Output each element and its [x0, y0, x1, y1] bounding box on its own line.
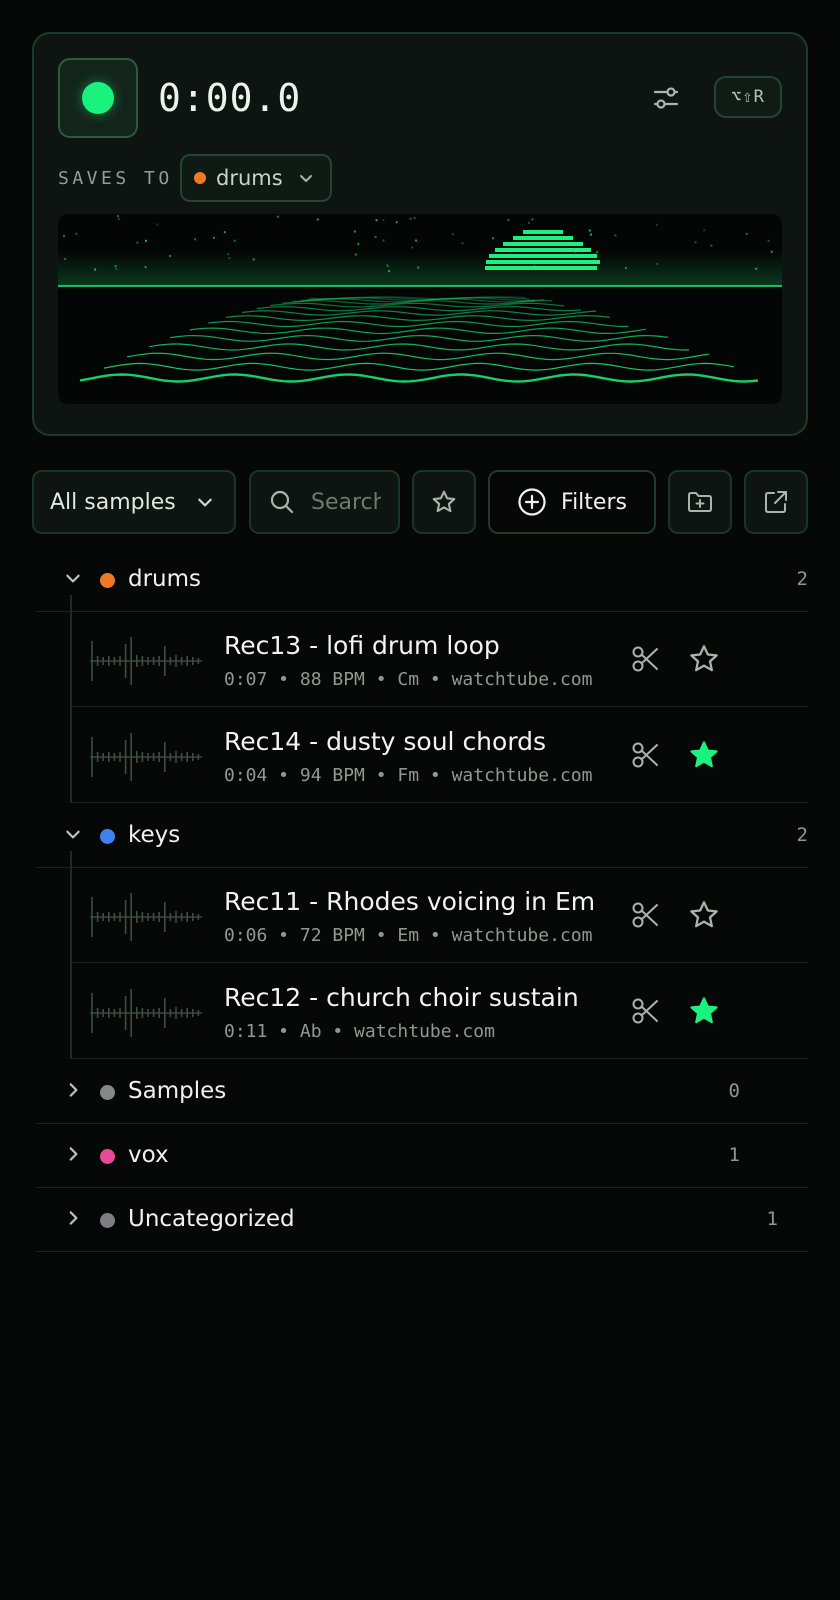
folder-plus-icon: [688, 492, 712, 512]
group-color-dot: [100, 573, 115, 588]
new-folder-button[interactable]: [668, 470, 732, 534]
record-button[interactable]: [58, 58, 138, 138]
group-name: drums: [128, 566, 202, 592]
search-box[interactable]: [249, 470, 400, 534]
group-count: 2: [796, 568, 808, 590]
scope-dropdown[interactable]: All samples: [32, 470, 236, 534]
trim-button[interactable]: [628, 737, 664, 773]
group-color-dot: [100, 1213, 115, 1228]
recorder-panel: 0:00.0 ⌥⇧R SAVES TO drums: [32, 32, 808, 436]
sliders-icon: [653, 87, 679, 109]
group-count: 2: [796, 824, 808, 846]
sample-meta: 0:11 • Ab • watchtube.com: [224, 1021, 495, 1042]
trim-button[interactable]: [628, 897, 664, 933]
plus-circle-icon: [518, 488, 546, 516]
group-count: 0: [728, 1080, 740, 1102]
group-header-samples[interactable]: Samples 0: [36, 1060, 808, 1124]
group-header-vox[interactable]: vox 1: [36, 1124, 808, 1188]
group-color-dot: [100, 1085, 115, 1100]
saves-to-label: SAVES TO: [58, 168, 173, 189]
filters-label: Filters: [561, 489, 627, 515]
external-link-icon: [765, 491, 787, 513]
trim-button[interactable]: [628, 641, 664, 677]
waveform-thumbnail: [90, 733, 202, 781]
group-color-dot: [100, 1149, 115, 1164]
sample-meta: 0:07 • 88 BPM • Cm • watchtube.com: [224, 669, 593, 690]
saves-to-value: drums: [216, 166, 283, 190]
sample-row[interactable]: Rec11 - Rhodes voicing in Em 0:06 • 72 B…: [72, 867, 808, 963]
settings-button[interactable]: [646, 78, 686, 118]
chevron-down-icon: [197, 498, 212, 507]
waveform-thumbnail: [90, 989, 202, 1037]
sample-title: Rec11 - Rhodes voicing in Em: [224, 887, 596, 916]
scissors-icon: [632, 742, 658, 768]
waveform-thumbnail: [90, 893, 202, 941]
trim-button[interactable]: [628, 993, 664, 1029]
star-filled-icon: [690, 741, 718, 768]
shortcut-badge: ⌥⇧R: [714, 76, 782, 118]
group-name: keys: [128, 822, 181, 848]
chevron-down-icon: [66, 574, 80, 583]
group-name: vox: [128, 1142, 169, 1168]
group-name: Uncategorized: [128, 1206, 295, 1232]
group-name: Samples: [128, 1078, 227, 1104]
search-icon: [270, 490, 294, 514]
group-header-drums[interactable]: drums 2: [36, 548, 808, 612]
sample-meta: 0:06 • 72 BPM • Em • watchtube.com: [224, 925, 593, 946]
sample-row[interactable]: Rec14 - dusty soul chords 0:04 • 94 BPM …: [72, 707, 808, 803]
export-button[interactable]: [744, 470, 808, 534]
favorite-toggle[interactable]: [686, 897, 722, 933]
group-count: 1: [766, 1208, 778, 1230]
saves-to-select[interactable]: drums: [180, 154, 332, 202]
favorite-toggle[interactable]: [686, 737, 722, 773]
star-outline-icon: [690, 901, 718, 928]
favorites-filter-button[interactable]: [412, 470, 476, 534]
favorite-toggle[interactable]: [686, 993, 722, 1029]
favorite-toggle[interactable]: [686, 641, 722, 677]
sample-title: Rec13 - lofi drum loop: [224, 631, 500, 660]
chevron-down-icon: [66, 830, 80, 839]
filters-button[interactable]: Filters: [488, 470, 656, 534]
waveform-thumbnail: [90, 637, 202, 685]
star-outline-icon: [432, 490, 456, 513]
search-input[interactable]: [311, 489, 381, 515]
chevron-right-icon: [69, 1083, 78, 1097]
group-header-uncategorized[interactable]: Uncategorized 1: [36, 1188, 808, 1252]
sample-title: Rec12 - church choir sustain: [224, 983, 579, 1012]
star-filled-icon: [690, 997, 718, 1024]
sample-meta: 0:04 • 94 BPM • Fm • watchtube.com: [224, 765, 593, 786]
star-outline-icon: [690, 645, 718, 672]
audio-visualizer: [58, 214, 782, 404]
scissors-icon: [632, 902, 658, 928]
chevron-down-icon: [300, 175, 312, 182]
visualizer-graphic: [58, 215, 782, 383]
scissors-icon: [632, 998, 658, 1024]
chevron-right-icon: [69, 1147, 78, 1161]
scope-label: All samples: [50, 489, 176, 515]
group-count: 1: [728, 1144, 740, 1166]
sample-row[interactable]: Rec13 - lofi drum loop 0:07 • 88 BPM • C…: [72, 611, 808, 707]
chevron-right-icon: [69, 1211, 78, 1225]
sample-row[interactable]: Rec12 - church choir sustain 0:11 • Ab •…: [72, 963, 808, 1059]
group-header-keys[interactable]: keys 2: [36, 804, 808, 868]
folder-color-dot: [194, 172, 206, 184]
sample-title: Rec14 - dusty soul chords: [224, 727, 547, 756]
group-color-dot: [100, 829, 115, 844]
recording-timer: 0:00.0: [158, 76, 302, 120]
scissors-icon: [632, 646, 658, 672]
record-dot-icon: [82, 82, 114, 114]
